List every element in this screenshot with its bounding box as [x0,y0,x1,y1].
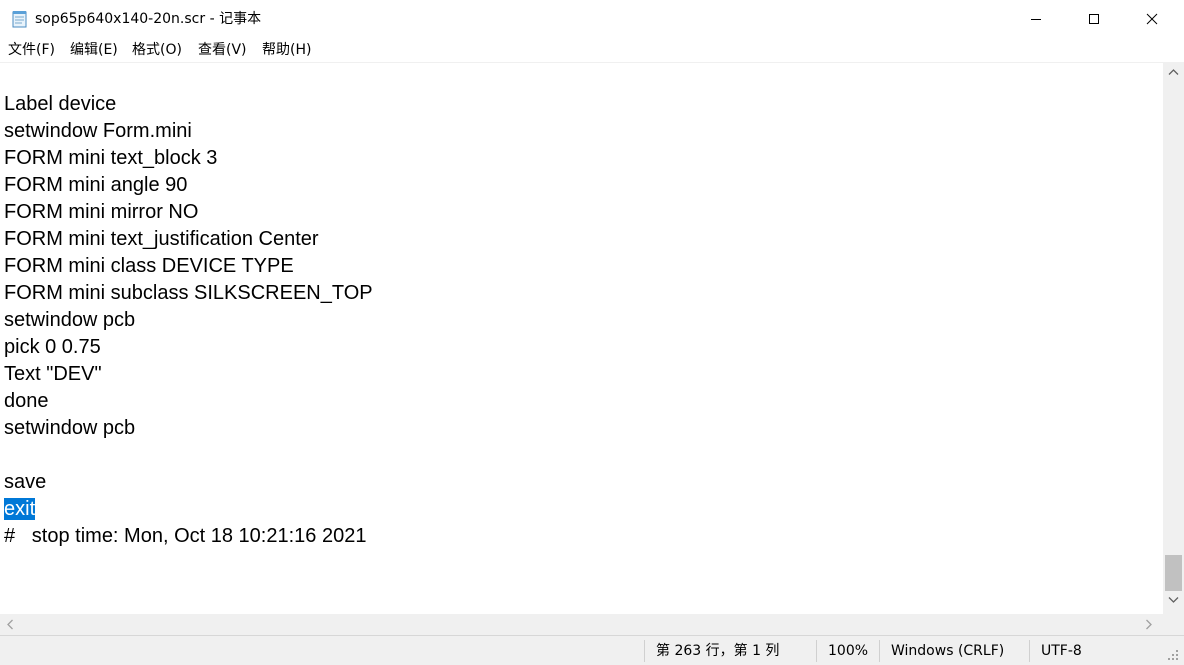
menu-bar: 文件(F) 编辑(E) 格式(O) 查看(V) 帮助(H) [0,38,1184,62]
editor-text: Label device setwindow Form.mini FORM mi… [4,91,373,550]
minimize-icon [1031,19,1041,20]
menu-edit[interactable]: 编辑(E) [70,41,118,59]
status-divider [1029,640,1030,662]
text-line: FORM mini mirror NO [4,201,199,223]
text-line: setwindow pcb [4,309,136,331]
text-line: setwindow Form.mini [4,120,192,142]
text-selection[interactable]: exit [4,498,36,520]
menu-help[interactable]: 帮助(H) [262,41,311,59]
vertical-scroll-thumb[interactable] [1165,555,1182,591]
notepad-icon [11,10,28,28]
vertical-scrollbar[interactable] [1163,62,1184,614]
encoding: UTF-8 [1041,643,1082,659]
close-icon [1146,13,1158,25]
status-divider [644,640,645,662]
text-line: pick 0 0.75 [4,336,101,358]
menu-format[interactable]: 格式(O) [132,41,182,59]
scroll-right-icon[interactable] [1145,619,1153,630]
status-divider [816,640,817,662]
scroll-down-icon[interactable] [1168,596,1179,604]
text-line: FORM mini class DEVICE TYPE [4,255,294,277]
text-line: FORM mini angle 90 [4,174,188,196]
status-divider [879,640,880,662]
zoom-level: 100% [828,643,869,659]
close-button[interactable] [1124,0,1184,38]
scroll-left-icon[interactable] [6,619,14,630]
text-line: done [4,390,49,412]
text-line: setwindow pcb [4,417,136,439]
title-bar[interactable]: sop65p640x140-20n.scr - 记事本 [0,0,1184,38]
text-line-selected: exit [4,496,373,523]
maximize-icon [1089,14,1099,24]
text-line [4,442,373,469]
maximize-button[interactable] [1066,0,1124,38]
text-line: Text "DEV" [4,363,102,385]
minimize-button[interactable] [1008,0,1066,38]
text-line: FORM mini text_justification Center [4,228,319,250]
menu-view[interactable]: 查看(V) [198,41,247,59]
menu-file[interactable]: 文件(F) [8,41,55,59]
text-line: Label device [4,93,117,115]
scrollbar-corner [1163,614,1184,635]
text-line: FORM mini text_block 3 [4,147,218,169]
text-line: FORM mini subclass SILKSCREEN_TOP [4,282,373,304]
scroll-up-icon[interactable] [1168,68,1179,76]
text-editor[interactable]: Label device setwindow Form.mini FORM mi… [0,62,1163,614]
status-bar: 第 263 行，第 1 列 100% Windows (CRLF) UTF-8 [0,635,1184,665]
text-line: save [4,471,47,493]
horizontal-scrollbar[interactable] [0,614,1163,635]
window-title: sop65p640x140-20n.scr - 记事本 [35,11,262,27]
text-line: # stop time: Mon, Oct 18 10:21:16 2021 [4,525,367,547]
cursor-position: 第 263 行，第 1 列 [656,643,780,659]
resize-grip-icon[interactable] [1166,648,1180,662]
line-ending: Windows (CRLF) [891,643,1005,659]
